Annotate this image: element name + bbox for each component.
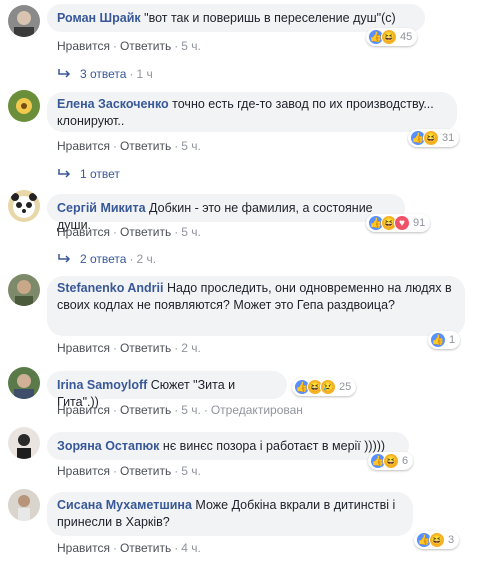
haha-reaction-icon: 😆 [423,130,439,146]
replies-count[interactable]: 1 ответ [80,167,120,181]
like-link[interactable]: Нравится [57,464,110,478]
reaction-count: 6 [402,455,409,467]
view-replies-link[interactable]: 1 ответ [58,167,120,181]
haha-reaction-icon: 😆 [381,29,397,45]
reply-time: 2 ч. [136,252,157,266]
reactions-summary[interactable]: 👍 😆 31 [408,129,460,147]
like-link[interactable]: Нравится [57,541,110,555]
comment-actions: Нравится · Ответить · 5 ч. [57,464,201,478]
sad-reaction-icon: 😢 [320,379,336,395]
reaction-count: 91 [413,217,426,229]
comment-bubble: Irina Samoyloff Сюжет "Зита и Гита".)) [47,371,287,409]
reply-link[interactable]: Ответить [120,225,171,239]
reply-arrow-icon [58,169,71,178]
comment-author[interactable]: Зоряна Остапюк [57,439,159,453]
avatar[interactable] [8,90,40,122]
comment-bubble: Роман Шрайк "вот так и поверишь в пересе… [47,4,425,32]
reaction-count: 1 [449,334,456,346]
comment-bubble: Зоряна Остапюк нє винєс позора і работає… [47,432,409,460]
comment-author[interactable]: Сисана Мухаметшина [57,498,192,512]
comment-author[interactable]: Irina Samoyloff [57,378,147,392]
avatar[interactable] [8,427,40,459]
comment-actions: Нравится · Ответить · 5 ч. [57,225,201,239]
view-replies-link[interactable]: 3 ответа · 1 ч [58,67,153,81]
like-link[interactable]: Нравится [57,39,110,53]
avatar[interactable] [8,489,40,521]
comment-text: нє винєс позора і работаєт в мерії ))))) [162,439,386,453]
like-link[interactable]: Нравится [57,139,110,153]
reactions-summary[interactable]: 👍 😆 ♥ 91 [366,214,431,232]
reply-link[interactable]: Ответить [120,403,171,417]
reactions-summary[interactable]: 👍 😆 6 [368,452,414,470]
replies-count[interactable]: 3 ответа [80,67,126,81]
timestamp[interactable]: 5 ч. [181,39,201,53]
reply-time: 1 ч [136,67,153,81]
reply-link[interactable]: Ответить [120,39,171,53]
comment-bubble: Stefanenko Andrii Надо проследить, они о… [47,276,465,336]
timestamp[interactable]: 2 ч. [181,341,201,355]
like-link[interactable]: Нравится [57,403,110,417]
comment-author[interactable]: Роман Шрайк [57,11,141,25]
timestamp[interactable]: 5 ч. [181,139,201,153]
timestamp[interactable]: 5 ч. [181,464,201,478]
love-reaction-icon: ♥ [394,215,410,231]
reaction-count: 25 [339,381,352,393]
like-link[interactable]: Нравится [57,225,110,239]
replies-count[interactable]: 2 ответа [80,252,126,266]
edited-label[interactable]: Отредактирован [211,403,303,417]
comment-actions: Нравится · Ответить · 5 ч. [57,139,201,153]
comment-author[interactable]: Stefanenko Andrii [57,281,164,295]
reaction-count: 31 [442,132,455,144]
comment-author[interactable]: Елена Заскоченко [57,97,169,111]
comment-text: "вот так и поверишь в переселение душ"(с… [144,11,396,25]
comment-bubble: Сергій Микита Добкин - это не фамилия, а… [47,194,405,232]
reply-arrow-icon [58,254,71,263]
timestamp[interactable]: 5 ч. [181,403,201,417]
comment-author[interactable]: Сергій Микита [57,201,146,215]
haha-reaction-icon: 😆 [383,453,399,469]
comment-actions: Нравится · Ответить · 5 ч. · Отредактирован [57,403,303,417]
haha-reaction-icon: 😆 [429,532,445,548]
comment-actions: Нравится · Ответить · 2 ч. [57,341,201,355]
timestamp[interactable]: 5 ч. [181,225,201,239]
like-reaction-icon: 👍 [430,332,446,348]
avatar[interactable] [8,5,40,37]
comment-actions: Нравится · Ответить · 4 ч. [57,541,201,555]
reactions-summary[interactable]: 👍 1 [428,331,461,349]
comment-bubble: Сисана Мухаметшина Може Добкіна вкрали в… [47,492,413,536]
reply-link[interactable]: Ответить [120,139,171,153]
comment-bubble: Елена Заскоченко точно есть где-то завод… [47,92,457,132]
avatar[interactable] [8,367,40,399]
reply-arrow-icon [58,69,71,78]
like-link[interactable]: Нравится [57,341,110,355]
reply-link[interactable]: Ответить [120,541,171,555]
avatar[interactable] [8,190,40,222]
avatar[interactable] [8,274,40,306]
reactions-summary[interactable]: 👍 😆 😢 25 [292,378,357,396]
reaction-count: 45 [400,31,413,43]
timestamp[interactable]: 4 ч. [181,541,201,555]
reply-link[interactable]: Ответить [120,341,171,355]
reply-link[interactable]: Ответить [120,464,171,478]
reactions-summary[interactable]: 👍 😆 3 [414,531,460,549]
comment-actions: Нравится · Ответить · 5 ч. [57,39,201,53]
view-replies-link[interactable]: 2 ответа · 2 ч. [58,252,156,266]
reactions-summary[interactable]: 👍 😆 45 [366,28,418,46]
reaction-count: 3 [448,534,455,546]
